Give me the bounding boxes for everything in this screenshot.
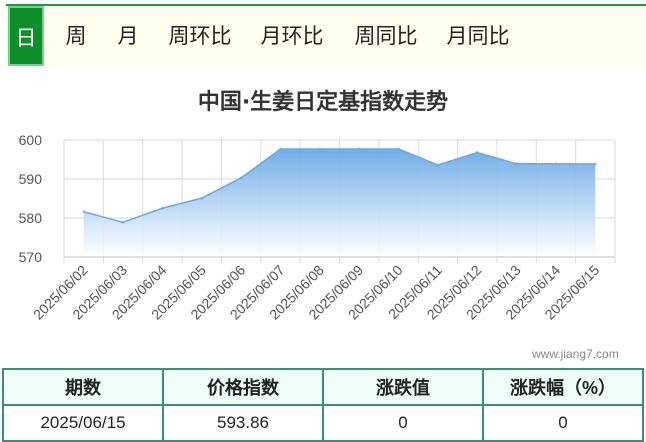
watermark: www.jiang7.com bbox=[532, 347, 619, 361]
tab-month[interactable]: 月 bbox=[108, 6, 148, 66]
data-point bbox=[82, 210, 86, 214]
data-point bbox=[318, 147, 322, 151]
tab-month-on-month[interactable]: 月环比 bbox=[256, 6, 328, 66]
tab-week[interactable]: 周 bbox=[56, 6, 96, 66]
chart-title: 中国·生姜日定基指数走势 bbox=[197, 90, 449, 115]
tab-month-year-on-year[interactable]: 月同比 bbox=[442, 6, 514, 66]
tab-day[interactable]: 日 bbox=[8, 6, 44, 66]
data-point bbox=[200, 196, 204, 200]
data-point bbox=[554, 162, 558, 166]
y-tick-label: 600 bbox=[19, 132, 43, 148]
data-point bbox=[593, 162, 597, 166]
data-point bbox=[121, 220, 125, 224]
data-point bbox=[436, 163, 440, 167]
cell-period: 2025/06/15 bbox=[2, 404, 164, 442]
tab-week-year-on-year[interactable]: 周同比 bbox=[350, 6, 422, 66]
cell-change-percent: 0 bbox=[482, 404, 644, 442]
data-point bbox=[397, 147, 401, 151]
header-price-index: 价格指数 bbox=[162, 368, 324, 406]
data-point bbox=[475, 150, 479, 154]
y-tick-label: 570 bbox=[19, 249, 43, 265]
period-tab-bar: 日 周 月 周环比 月环比 周同比 月同比 bbox=[6, 4, 646, 66]
data-point bbox=[515, 162, 519, 166]
index-summary-table: 期数 价格指数 涨跌值 涨跌幅（%） 2025/06/15 593.86 0 0 bbox=[2, 368, 644, 442]
header-period: 期数 bbox=[2, 368, 164, 406]
index-trend-chart: 5705805906002025/06/022025/06/032025/06/… bbox=[19, 132, 616, 323]
series-area bbox=[83, 148, 596, 257]
header-change-percent: 涨跌幅（%） bbox=[482, 368, 644, 406]
data-point bbox=[357, 147, 361, 151]
table-row: 2025/06/15 593.86 0 0 bbox=[2, 404, 644, 442]
cell-change-value: 0 bbox=[322, 404, 484, 442]
data-point bbox=[239, 176, 243, 180]
data-point bbox=[278, 147, 282, 151]
tab-week-on-week[interactable]: 周环比 bbox=[164, 6, 236, 66]
y-tick-label: 590 bbox=[19, 171, 43, 187]
header-change-value: 涨跌值 bbox=[322, 368, 484, 406]
cell-price-index: 593.86 bbox=[162, 404, 324, 442]
table-header-row: 期数 价格指数 涨跌值 涨跌幅（%） bbox=[2, 368, 644, 406]
data-point bbox=[160, 206, 164, 210]
y-tick-label: 580 bbox=[19, 210, 43, 226]
